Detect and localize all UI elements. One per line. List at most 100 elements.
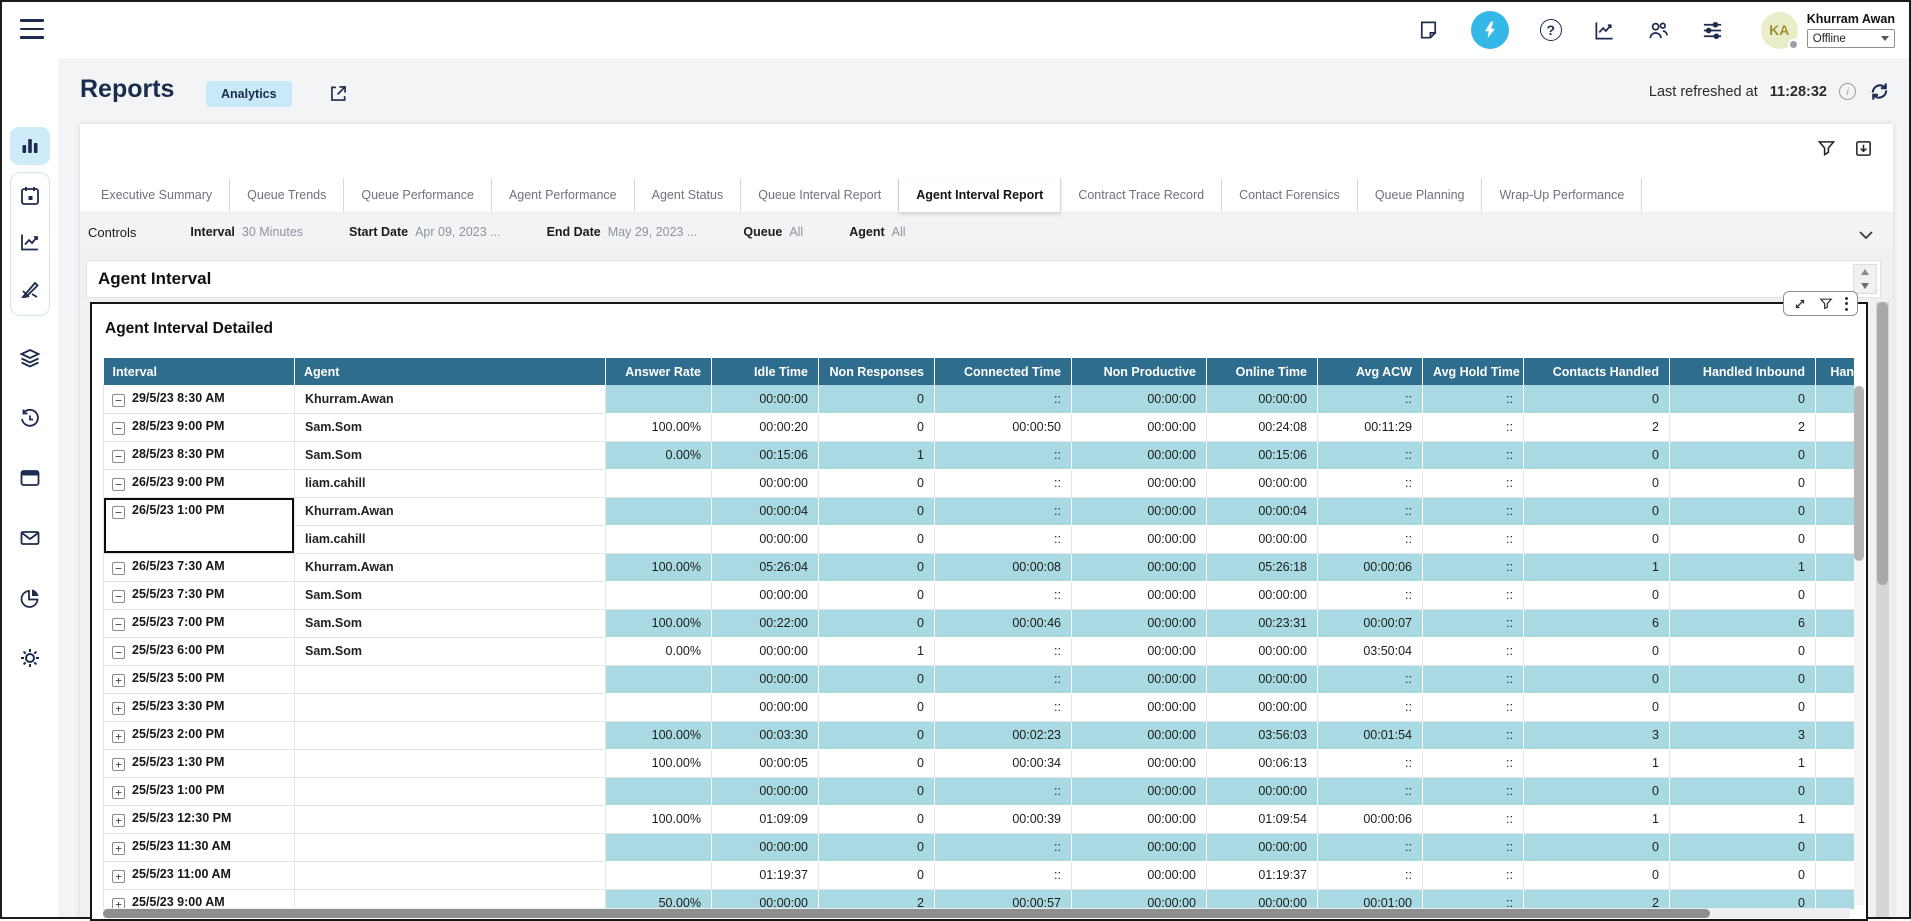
value-cell-idle-time[interactable]: 00:00:00 xyxy=(712,525,819,553)
value-cell-answer-rate[interactable]: 100.00% xyxy=(606,721,712,749)
value-cell-contacts-handled[interactable]: 0 xyxy=(1524,833,1670,861)
value-cell-contacts-handled[interactable]: 0 xyxy=(1524,777,1670,805)
value-cell-non-responses[interactable]: 0 xyxy=(819,777,935,805)
scroll-up-arrow-icon[interactable] xyxy=(1854,265,1876,279)
value-cell-connected-time[interactable]: :: xyxy=(935,861,1072,889)
value-cell-answer-rate[interactable] xyxy=(606,385,712,413)
expand-plus-icon[interactable]: + xyxy=(112,814,125,827)
interval-cell[interactable]: −25/5/23 6:00 PM xyxy=(104,637,295,665)
value-cell-avg-hold-time[interactable]: :: xyxy=(1423,665,1524,693)
interval-cell[interactable]: +25/5/23 5:00 PM xyxy=(104,665,295,693)
value-cell-connected-time[interactable]: 00:00:57 xyxy=(935,889,1072,909)
value-cell-non-responses[interactable]: 0 xyxy=(819,833,935,861)
value-cell-connected-time[interactable]: :: xyxy=(935,833,1072,861)
value-cell-han[interactable] xyxy=(1816,441,1855,469)
interval-cell[interactable]: +25/5/23 12:30 PM xyxy=(104,805,295,833)
value-cell-handled-inbound[interactable]: 0 xyxy=(1670,777,1816,805)
column-header-non-productive[interactable]: Non Productive xyxy=(1072,358,1207,385)
quick-actions-icon[interactable] xyxy=(1471,11,1509,49)
value-cell-connected-time[interactable]: :: xyxy=(935,385,1072,413)
value-cell-non-responses[interactable]: 0 xyxy=(819,497,935,525)
value-cell-avg-acw[interactable]: 00:01:00 xyxy=(1318,889,1423,909)
hamburger-menu-icon[interactable] xyxy=(20,19,44,39)
value-cell-non-productive[interactable]: 00:00:00 xyxy=(1072,525,1207,553)
controls-label[interactable]: Controls xyxy=(88,225,136,240)
value-cell-handled-inbound[interactable]: 1 xyxy=(1670,805,1816,833)
value-cell-non-productive[interactable]: 00:00:00 xyxy=(1072,777,1207,805)
value-cell-connected-time[interactable]: :: xyxy=(935,525,1072,553)
refresh-icon[interactable] xyxy=(1868,80,1891,103)
value-cell-handled-inbound[interactable]: 0 xyxy=(1670,833,1816,861)
value-cell-non-productive[interactable]: 00:00:00 xyxy=(1072,637,1207,665)
collapse-minus-icon[interactable]: − xyxy=(112,562,125,575)
value-cell-avg-acw[interactable]: :: xyxy=(1318,693,1423,721)
value-cell-contacts-handled[interactable]: 0 xyxy=(1524,693,1670,721)
value-cell-non-productive[interactable]: 00:00:00 xyxy=(1072,749,1207,777)
value-cell-non-responses[interactable]: 1 xyxy=(819,441,935,469)
value-cell-han[interactable] xyxy=(1816,861,1855,889)
expand-plus-icon[interactable]: + xyxy=(112,702,125,715)
interval-cell[interactable]: +25/5/23 2:00 PM xyxy=(104,721,295,749)
sidebar-item-browser[interactable] xyxy=(18,466,42,490)
value-cell-online-time[interactable]: 01:09:54 xyxy=(1207,805,1318,833)
value-cell-avg-acw[interactable]: :: xyxy=(1318,777,1423,805)
value-cell-han[interactable] xyxy=(1816,665,1855,693)
value-cell-avg-acw[interactable]: :: xyxy=(1318,665,1423,693)
value-cell-idle-time[interactable]: 00:00:00 xyxy=(712,833,819,861)
value-cell-contacts-handled[interactable]: 0 xyxy=(1524,861,1670,889)
value-cell-online-time[interactable]: 00:00:00 xyxy=(1207,637,1318,665)
value-cell-non-productive[interactable]: 00:00:00 xyxy=(1072,553,1207,581)
value-cell-answer-rate[interactable]: 100.00% xyxy=(606,553,712,581)
value-cell-contacts-handled[interactable]: 1 xyxy=(1524,553,1670,581)
value-cell-online-time[interactable]: 03:56:03 xyxy=(1207,721,1318,749)
value-cell-non-productive[interactable]: 00:00:00 xyxy=(1072,805,1207,833)
value-cell-answer-rate[interactable]: 50.00% xyxy=(606,889,712,909)
sidebar-item-history[interactable] xyxy=(18,406,42,430)
value-cell-contacts-handled[interactable]: 1 xyxy=(1524,749,1670,777)
collapse-minus-icon[interactable]: − xyxy=(112,422,125,435)
value-cell-idle-time[interactable]: 00:03:30 xyxy=(712,721,819,749)
value-cell-non-responses[interactable]: 0 xyxy=(819,861,935,889)
column-header-avg-hold-time[interactable]: Avg Hold Time xyxy=(1423,358,1524,385)
widget-filter-icon[interactable] xyxy=(1819,297,1833,311)
value-cell-avg-acw[interactable]: :: xyxy=(1318,497,1423,525)
value-cell-online-time[interactable]: 00:00:00 xyxy=(1207,385,1318,413)
value-cell-connected-time[interactable]: :: xyxy=(935,637,1072,665)
value-cell-han[interactable] xyxy=(1816,609,1855,637)
value-cell-non-productive[interactable]: 00:00:00 xyxy=(1072,413,1207,441)
interval-cell[interactable]: +25/5/23 11:30 AM xyxy=(104,833,295,861)
value-cell-contacts-handled[interactable]: 0 xyxy=(1524,441,1670,469)
value-cell-avg-acw[interactable]: :: xyxy=(1318,469,1423,497)
value-cell-idle-time[interactable]: 00:00:00 xyxy=(712,889,819,909)
agent-cell[interactable] xyxy=(295,805,606,833)
value-cell-contacts-handled[interactable]: 2 xyxy=(1524,413,1670,441)
collapse-minus-icon[interactable]: − xyxy=(112,394,125,407)
value-cell-non-responses[interactable]: 0 xyxy=(819,693,935,721)
notes-icon[interactable] xyxy=(1417,18,1441,42)
expand-plus-icon[interactable]: + xyxy=(112,786,125,799)
value-cell-avg-hold-time[interactable]: :: xyxy=(1423,721,1524,749)
value-cell-avg-hold-time[interactable]: :: xyxy=(1423,833,1524,861)
value-cell-answer-rate[interactable] xyxy=(606,693,712,721)
value-cell-avg-acw[interactable]: :: xyxy=(1318,581,1423,609)
value-cell-avg-acw[interactable]: 00:00:06 xyxy=(1318,553,1423,581)
value-cell-avg-hold-time[interactable]: :: xyxy=(1423,385,1524,413)
tab-agent-status[interactable]: Agent Status xyxy=(635,178,742,212)
value-cell-avg-hold-time[interactable]: :: xyxy=(1423,497,1524,525)
help-icon[interactable]: ? xyxy=(1539,18,1563,42)
value-cell-non-responses[interactable]: 0 xyxy=(819,805,935,833)
interval-cell[interactable]: +25/5/23 9:00 AM xyxy=(104,889,295,909)
value-cell-avg-acw[interactable]: :: xyxy=(1318,861,1423,889)
value-cell-idle-time[interactable]: 00:22:00 xyxy=(712,609,819,637)
value-cell-avg-hold-time[interactable]: :: xyxy=(1423,441,1524,469)
value-cell-avg-hold-time[interactable]: :: xyxy=(1423,469,1524,497)
collapse-minus-icon[interactable]: − xyxy=(112,618,125,631)
value-cell-han[interactable] xyxy=(1816,889,1855,909)
value-cell-connected-time[interactable]: 00:00:39 xyxy=(935,805,1072,833)
value-cell-handled-inbound[interactable]: 3 xyxy=(1670,721,1816,749)
agent-cell[interactable]: liam.cahill xyxy=(295,469,606,497)
value-cell-non-productive[interactable]: 00:00:00 xyxy=(1072,469,1207,497)
avatar[interactable]: KA xyxy=(1761,12,1798,49)
value-cell-non-responses[interactable]: 0 xyxy=(819,581,935,609)
value-cell-online-time[interactable]: 00:00:00 xyxy=(1207,889,1318,909)
